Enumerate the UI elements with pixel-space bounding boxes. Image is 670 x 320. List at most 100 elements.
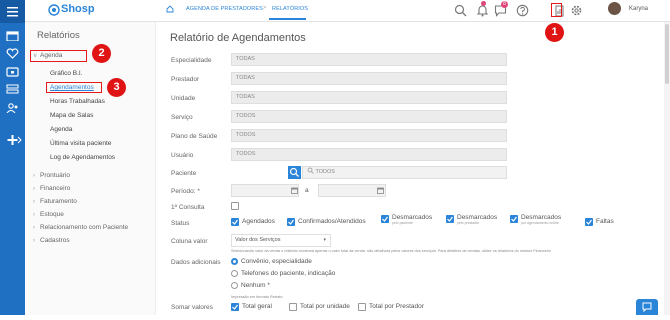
total-prestador-checkbox[interactable] [358, 303, 366, 311]
periodo-end-field[interactable] [318, 184, 386, 197]
status-desmarcados-paciente-checkbox[interactable] [381, 215, 389, 223]
search-icon [289, 167, 299, 177]
status-desmarcados-paciente-label: Desmarcados pelo paciente [392, 214, 432, 225]
heart-icon[interactable] [6, 48, 19, 59]
check-icon [511, 216, 517, 222]
sidebar-item-grafico-bi[interactable]: Gráfico B.I. [50, 70, 83, 77]
dados-nenhum-label: Nenhum * [241, 282, 270, 289]
coluna-valor-selected: Valor dos Serviços [235, 237, 281, 243]
sidebar-item-horas-trabalhadas[interactable]: Horas Trabalhadas [50, 98, 105, 105]
sidebar-item-mapa-de-salas[interactable]: Mapa de Salas [50, 112, 93, 119]
sidebar-group-prontuario[interactable]: › Prontuário [33, 172, 70, 179]
especialidade-label: Especialidade [171, 57, 212, 64]
status-agendados-label: Agendados [242, 218, 275, 225]
status-agendados-checkbox[interactable] [231, 218, 239, 226]
sidebar-group-estoque[interactable]: › Estoque [33, 211, 64, 218]
check-icon [232, 304, 238, 310]
desmarcados-text: Desmarcados [392, 214, 433, 221]
sidebar-group-label: Prontuário [40, 172, 70, 179]
unidade-label: Unidade [171, 95, 196, 102]
support-chat-button[interactable] [636, 299, 658, 315]
hamburger-icon [7, 7, 18, 17]
coluna-valor-label: Coluna valor [171, 238, 208, 245]
avatar[interactable] [608, 2, 621, 15]
paciente-label: Paciente [171, 170, 197, 177]
prestador-field[interactable]: TODAS [231, 72, 507, 85]
sidebar-item-agenda[interactable]: Agenda [50, 126, 72, 133]
sidebar-group-cadastros[interactable]: › Cadastros [33, 237, 70, 244]
check-icon [288, 219, 294, 225]
chevron-right-icon: › [33, 225, 35, 231]
report-form: Relatório de Agendamentos Especialidade … [157, 22, 670, 315]
periodo-start-field[interactable] [231, 184, 299, 197]
calendar-icon[interactable] [6, 30, 19, 41]
chevron-right-icon: › [33, 199, 35, 205]
wallet-icon[interactable] [6, 66, 19, 77]
dados-nenhum-radio[interactable] [231, 282, 238, 289]
chevron-right-icon [17, 136, 22, 144]
dados-convenio-radio[interactable] [231, 258, 238, 265]
breadcrumb-relatorios[interactable]: RELATÓRIOS [272, 6, 308, 12]
somar-valores-hint: Impressão em formato Retrato [231, 295, 283, 299]
check-icon [586, 219, 592, 225]
user-name[interactable]: Karyna [629, 6, 648, 12]
app-logo[interactable]: Shosp [48, 3, 95, 16]
logo-text: Shosp [61, 3, 95, 15]
primeira-consulta-checkbox[interactable] [231, 202, 239, 210]
primeira-consulta-label: 1ª Consulta [171, 204, 205, 211]
help-icon[interactable] [516, 4, 529, 17]
chat-badge: 8 [501, 1, 508, 8]
desmarcados-note: por agendamento online [521, 221, 559, 225]
periodo-separator: a [305, 187, 309, 194]
status-faltas-label: Faltas [596, 218, 614, 225]
plano-saude-field[interactable]: TODOS [231, 129, 507, 142]
usuario-field[interactable]: TODOS [231, 148, 507, 161]
active-tab-underline [269, 18, 306, 20]
users-icon[interactable] [6, 102, 19, 113]
chat-bubble-icon [642, 302, 652, 313]
total-prestador-label: Total por Prestador [369, 303, 424, 310]
top-bar: Shosp AGENDA DE PRESTADORES > RELATÓRIOS… [25, 0, 670, 22]
status-confirmados-checkbox[interactable] [287, 218, 295, 226]
total-geral-label: Total geral [242, 303, 272, 310]
calendar-icon[interactable] [377, 187, 384, 194]
menu-button[interactable] [0, 0, 25, 23]
total-geral-checkbox[interactable] [231, 303, 239, 311]
breadcrumb-separator: > [263, 5, 267, 11]
home-icon[interactable] [166, 5, 174, 13]
total-unidade-checkbox[interactable] [289, 303, 297, 311]
status-confirmados-label: Confirmados/Atendidos [298, 218, 366, 225]
paciente-field[interactable]: TODOS [302, 166, 507, 179]
step-marker-2: 2 [92, 44, 111, 63]
sidebar-item-ultima-visita[interactable]: Última visita paciente [50, 140, 111, 147]
coluna-valor-hint: Selecionando valor da venda o relatório … [231, 249, 551, 253]
status-faltas-checkbox[interactable] [585, 218, 593, 226]
calendar-icon[interactable] [291, 187, 298, 194]
somar-valores-label: Somar valores [171, 304, 213, 311]
dados-telefones-label: Telefones do paciente, indicação [241, 270, 336, 277]
servico-label: Serviço [171, 114, 193, 121]
sidebar-group-financeiro[interactable]: › Financeiro [33, 185, 70, 192]
sidebar-group-label: Relacionamento com Paciente [40, 224, 129, 231]
scrollbar[interactable] [664, 22, 670, 315]
desmarcados-text: Desmarcados [457, 214, 498, 221]
especialidade-field[interactable]: TODAS [231, 53, 507, 66]
dados-telefones-radio[interactable] [231, 270, 238, 277]
sidebar-group-relacionamento[interactable]: › Relacionamento com Paciente [33, 224, 128, 231]
sidebar-item-log-agendamentos[interactable]: Log de Agendamentos [50, 154, 115, 161]
unidade-field[interactable]: TODAS [231, 91, 507, 104]
sidebar-group-faturamento[interactable]: › Faturamento [33, 198, 77, 205]
list-icon[interactable] [6, 84, 19, 95]
coluna-valor-select[interactable]: Valor dos Serviços ▾ [231, 234, 331, 247]
breadcrumb-agenda[interactable]: AGENDA DE PRESTADORES [186, 6, 263, 12]
servico-field[interactable]: TODOS [231, 110, 507, 123]
sidebar-group-label: Faturamento [40, 198, 77, 205]
status-desmarcados-prestador-checkbox[interactable] [446, 215, 454, 223]
scrollbar-thumb[interactable] [665, 24, 669, 84]
search-icon[interactable] [454, 4, 467, 17]
status-desmarcados-online-checkbox[interactable] [510, 215, 518, 223]
gear-icon[interactable] [570, 4, 583, 17]
dados-convenio-label: Convênio, especialidade [241, 258, 312, 265]
reports-sidebar: Relatórios ∨ Agenda Gráfico B.I. Agendame… [25, 22, 156, 315]
paciente-search-button[interactable] [288, 166, 301, 179]
